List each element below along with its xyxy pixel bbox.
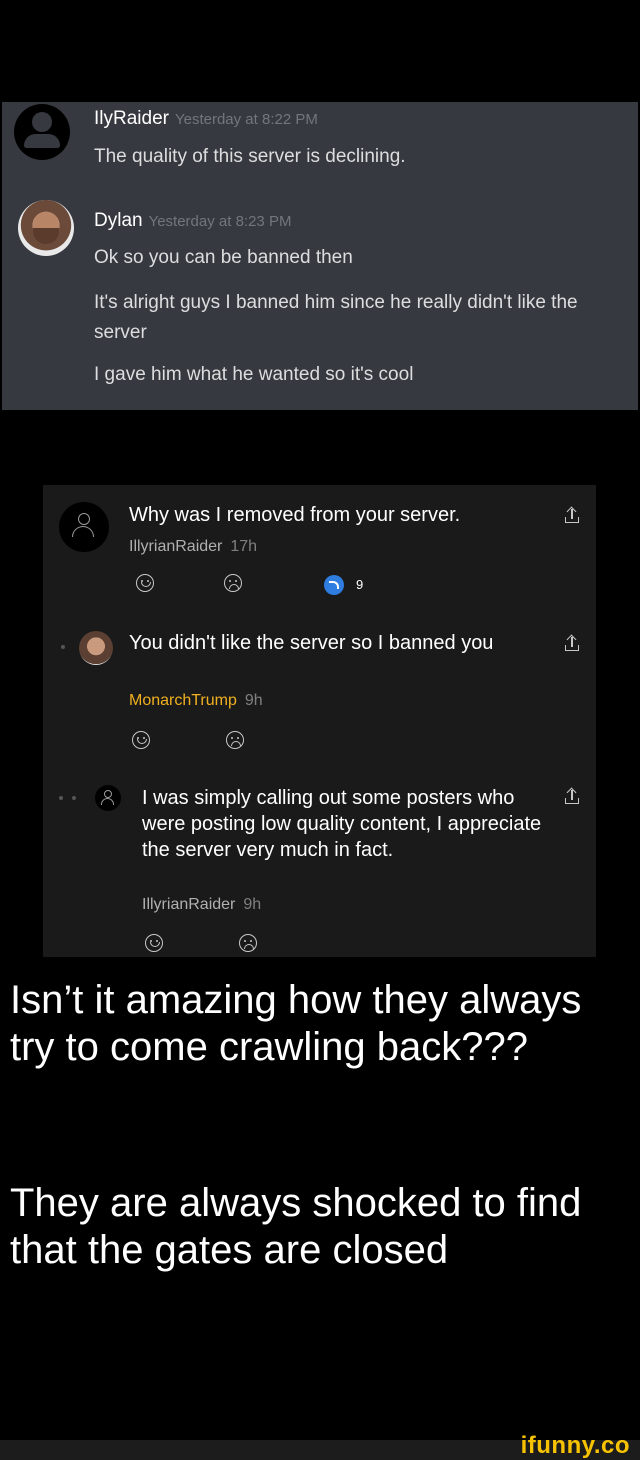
comment-username[interactable]: MonarchTrump — [129, 692, 237, 709]
user-avatar[interactable] — [18, 200, 74, 256]
comment-age: 9h — [243, 896, 262, 913]
message-text: The quality of this server is declining. — [94, 146, 406, 167]
comment-text: Why was I removed from your server. — [129, 504, 461, 526]
share-icon[interactable] — [565, 787, 579, 804]
message-text: Ok so you can be banned then — [94, 247, 353, 268]
comment-username[interactable]: IllyrianRaider — [129, 538, 222, 555]
thread-depth-dot — [61, 645, 65, 649]
upvote-smile-icon[interactable] — [145, 934, 163, 952]
comment-text: I was simply calling out some posters wh… — [142, 787, 542, 861]
comment-age: 9h — [244, 692, 263, 709]
timestamp: Yesterday at 8:23 PM — [148, 213, 292, 230]
caption-paragraph: Isn’t it amazing how they always try to … — [10, 978, 582, 1069]
replies-icon[interactable] — [324, 575, 344, 595]
downvote-frown-icon[interactable] — [224, 574, 242, 592]
reddit-thread-panel: Why was I removed from your server. Illy… — [43, 485, 596, 957]
username[interactable]: Dylan — [94, 210, 143, 231]
comment-text: You didn't like the server so I banned y… — [129, 632, 494, 654]
timestamp: Yesterday at 8:22 PM — [174, 111, 318, 128]
user-avatar[interactable] — [79, 631, 113, 665]
upvote-smile-icon[interactable] — [136, 574, 154, 592]
caption-paragraph: They are always shocked to find that the… — [10, 1181, 582, 1272]
message-text: It's alright guys I banned him since he … — [94, 292, 578, 343]
downvote-frown-icon[interactable] — [239, 934, 257, 952]
username[interactable]: IlyRaider — [94, 108, 169, 129]
default-avatar-icon[interactable] — [59, 502, 109, 552]
message-header: IlyRaider Yesterday at 8:22 PM — [94, 108, 318, 130]
thread-depth-dot — [59, 796, 63, 800]
comment-age: 17h — [230, 538, 258, 555]
default-avatar-icon[interactable] — [14, 104, 70, 160]
share-icon[interactable] — [565, 634, 579, 651]
default-avatar-icon[interactable] — [95, 785, 121, 811]
share-icon[interactable] — [565, 506, 579, 523]
comment-meta: IllyrianRaider 17h — [129, 538, 257, 556]
comment-meta: IllyrianRaider 9h — [142, 896, 261, 914]
discord-chat-panel: IlyRaider Yesterday at 8:22 PM The qualit… — [2, 102, 638, 410]
reply-count: 9 — [356, 577, 364, 592]
downvote-frown-icon[interactable] — [226, 731, 244, 749]
watermark-logo[interactable]: ifunny.co — [521, 1432, 630, 1460]
message-header: Dylan Yesterday at 8:23 PM — [94, 210, 291, 232]
comment-meta: MonarchTrump 9h — [129, 692, 263, 710]
message-text: I gave him what he wanted so it's cool — [94, 364, 414, 385]
comment-username[interactable]: IllyrianRaider — [142, 896, 235, 913]
thread-depth-dot — [72, 796, 76, 800]
upvote-smile-icon[interactable] — [132, 731, 150, 749]
